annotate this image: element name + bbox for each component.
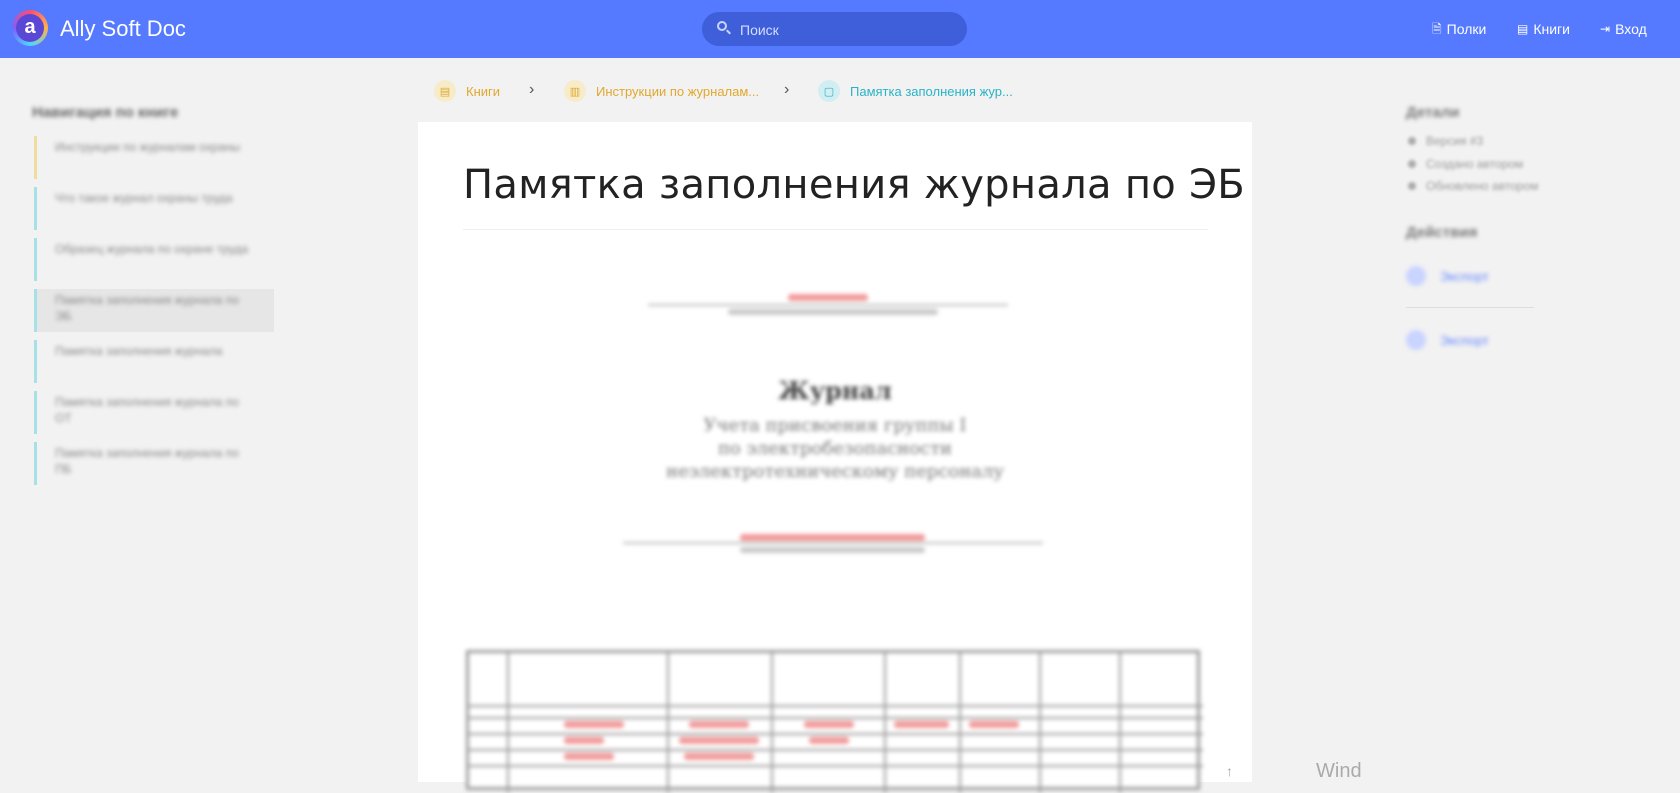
top-header: a Ally Soft Doc 🗎 Полки ▤ Книги ⇥ Вход: [0, 0, 1680, 58]
detail-created: Создано автором: [1408, 157, 1523, 171]
nav-item[interactable]: Инструкции по журналам охраны: [34, 136, 274, 179]
actions-divider: [1406, 307, 1534, 308]
action-label: Экспорт: [1440, 268, 1489, 284]
actions-title: Действия: [1406, 224, 1478, 241]
book-navigation: Инструкции по журналам охраны Что такое …: [34, 136, 274, 493]
detail-revision: Версия #3: [1408, 134, 1483, 148]
search-icon: [717, 21, 727, 31]
breadcrumb-page[interactable]: ▢ Памятка заполнения жур...: [818, 80, 1013, 102]
document-page: Журнал Учета присвоения группы I по элек…: [418, 122, 1252, 793]
login-icon: ⇥: [1600, 22, 1611, 36]
book-icon: ▥: [564, 80, 586, 102]
detail-text: Обновлено автором: [1426, 179, 1539, 193]
nav-login-label: Вход: [1615, 21, 1647, 37]
breadcrumb-book[interactable]: ▥ Инструкции по журналам...: [564, 80, 759, 102]
nav-item-label: Что такое журнал охраны труда: [55, 191, 233, 205]
nav-item-label: Памятка заполнения журнала по ПБ: [55, 446, 239, 476]
edit-icon: [1408, 182, 1416, 190]
books-icon: ▤: [1517, 22, 1529, 36]
nav-item-label: Образец журнала по охране труда: [55, 242, 249, 256]
breadcrumb-books[interactable]: ▤ Книги: [434, 80, 500, 102]
page-title: Памятка заполнения журнала по ЭБ: [463, 162, 1246, 208]
scan-subtitle: Учета присвоения группы I по электробезо…: [418, 414, 1252, 483]
nav-login[interactable]: ⇥ Вход: [1600, 20, 1647, 38]
scroll-up-icon[interactable]: ↑: [1226, 763, 1233, 779]
nav-item[interactable]: Памятка заполнения журнала по ОТ: [34, 391, 274, 434]
nav-item[interactable]: Памятка заполнения журнала по ПБ: [34, 442, 274, 485]
books-icon: ▤: [434, 80, 456, 102]
scan-subtitle-line: по электробезопасности: [717, 438, 953, 459]
export-icon: [1406, 330, 1426, 350]
scanned-document-image: Журнал Учета присвоения группы I по элек…: [418, 122, 1252, 793]
book-navigation-title: Навигация по книге: [32, 104, 179, 121]
scan-subtitle-line: неэлектротехническому персоналу: [665, 461, 1005, 482]
chevron-right-icon: ›: [784, 81, 790, 98]
action-icon: [1406, 266, 1426, 286]
search-input[interactable]: [738, 12, 962, 48]
app-logo[interactable]: a: [12, 10, 48, 46]
logo-letter: a: [16, 14, 44, 42]
nav-item-label: Инструкции по журналам охраны: [55, 140, 241, 154]
action-label: Экспорт: [1440, 332, 1489, 348]
app-title[interactable]: Ally Soft Doc: [60, 16, 186, 42]
nav-item-active[interactable]: Памятка заполнения журнала по ЭБ: [34, 289, 274, 332]
details-title: Детали: [1406, 104, 1460, 121]
search-bar[interactable]: [702, 12, 967, 48]
scan-heading: Журнал: [778, 376, 892, 405]
shelves-icon: 🗎: [1432, 22, 1442, 36]
nav-shelves-label: Полки: [1446, 21, 1487, 37]
title-divider: [463, 229, 1208, 230]
nav-books-label: Книги: [1533, 21, 1570, 37]
breadcrumb-label: Памятка заполнения жур...: [850, 83, 1013, 99]
detail-updated: Обновлено автором: [1408, 179, 1538, 193]
detail-text: Создано автором: [1426, 157, 1524, 171]
nav-item-label: Памятка заполнения журнала по ОТ: [55, 395, 239, 425]
scan-subtitle-line: Учета присвоения группы I: [703, 415, 967, 436]
detail-text: Версия #3: [1426, 134, 1484, 148]
breadcrumb-label: Книги: [466, 83, 501, 99]
nav-item-label: Памятка заполнения журнала: [55, 344, 223, 358]
page-icon: ▢: [818, 80, 840, 102]
nav-item[interactable]: Что такое журнал охраны труда: [34, 187, 274, 230]
nav-shelves[interactable]: 🗎 Полки: [1432, 20, 1486, 38]
action-revisions[interactable]: Экспорт: [1406, 266, 1489, 286]
revision-icon: [1408, 137, 1416, 145]
breadcrumb-label: Инструкции по журналам...: [596, 83, 760, 99]
nav-item[interactable]: Памятка заполнения журнала: [34, 340, 274, 383]
scan-table: [466, 650, 1203, 793]
created-icon: [1408, 160, 1416, 168]
nav-item[interactable]: Образец журнала по охране труда: [34, 238, 274, 281]
nav-item-label: Памятка заполнения журнала по ЭБ: [55, 293, 239, 323]
chevron-right-icon: ›: [529, 81, 535, 98]
action-export[interactable]: Экспорт: [1406, 330, 1489, 350]
nav-books[interactable]: ▤ Книги: [1517, 20, 1570, 38]
